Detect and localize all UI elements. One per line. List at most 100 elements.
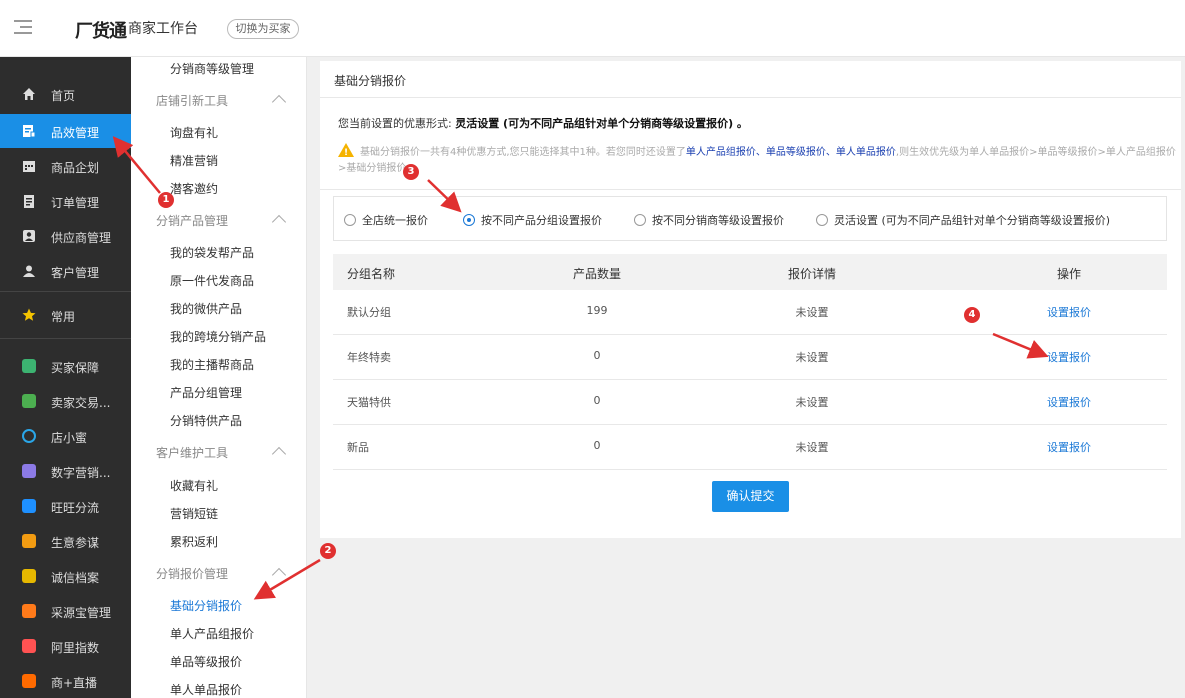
single-group-pricing-link[interactable]: 单人产品组报价、: [686, 147, 766, 158]
sidebar-item-product-effect[interactable]: 品效管理: [0, 114, 131, 148]
sidebar-item-buyer-protection[interactable]: 买家保障: [0, 349, 131, 383]
subnav-item[interactable]: 原一件代发商品: [170, 272, 254, 289]
radio-label: 按不同产品分组设置报价: [481, 214, 602, 227]
top-header: 厂货通 商家工作台 切换为买家: [0, 0, 1185, 57]
table-header: 分组名称 产品数量 报价详情 操作: [333, 254, 1167, 290]
chevron-up-icon[interactable]: [271, 214, 287, 230]
sidebar-item-planning[interactable]: 商品企划: [0, 149, 131, 183]
caiyuanbao-icon: [22, 604, 36, 618]
subnav-item-basic-pricing[interactable]: 基础分销报价: [170, 597, 242, 614]
seller-icon: [22, 394, 36, 408]
wangwang-icon: [22, 499, 36, 513]
sidebar-item-credit-file[interactable]: 诚信档案: [0, 559, 131, 593]
subnav-group-title[interactable]: 分销报价管理: [156, 565, 228, 582]
sidebar-item-label: 品效管理: [51, 126, 100, 140]
radio-group-pricing[interactable]: 按不同产品分组设置报价: [463, 212, 602, 228]
subnav-item[interactable]: 单品等级报价: [170, 653, 242, 670]
chevron-up-icon[interactable]: [271, 446, 287, 462]
radio-label: 全店统一报价: [362, 214, 428, 227]
annotation-marker: 1: [158, 192, 174, 208]
subnav-item[interactable]: 询盘有礼: [170, 124, 218, 141]
subnav-item[interactable]: 营销短链: [170, 505, 218, 522]
set-price-link[interactable]: 设置报价: [1039, 304, 1099, 320]
subnav-item[interactable]: 单人单品报价: [170, 681, 242, 698]
set-price-link[interactable]: 设置报价: [1039, 349, 1099, 365]
sidebar-item-dianxiaomi[interactable]: 店小蜜: [0, 419, 131, 453]
sidebar-item-seller-trade[interactable]: 卖家交易...: [0, 384, 131, 418]
subnav-item[interactable]: 精准营销: [170, 152, 218, 169]
set-price-link[interactable]: 设置报价: [1039, 439, 1099, 455]
radio-dot[interactable]: [344, 214, 356, 226]
subnav-group-title[interactable]: 分销产品管理: [156, 212, 228, 229]
radio-uniform-pricing[interactable]: 全店统一报价: [344, 212, 428, 228]
sidebar-item-label: 卖家交易...: [51, 396, 111, 410]
radio-label: 按不同分销商等级设置报价: [652, 214, 784, 227]
subnav-item[interactable]: 我的袋发帮产品: [170, 244, 254, 261]
subnav-item[interactable]: 潜客邀约: [170, 180, 218, 197]
subnav-item-distributor-level[interactable]: 分销商等级管理: [170, 60, 254, 77]
product-level-pricing-link[interactable]: 单品等级报价、: [766, 147, 836, 158]
pricing-detail: 未设置: [795, 351, 829, 364]
subnav-item[interactable]: 单人产品组报价: [170, 625, 254, 642]
annotation-marker: 4: [964, 307, 980, 323]
sidebar-item-label: 首页: [51, 89, 76, 103]
brand-logo[interactable]: 厂货通: [75, 17, 127, 43]
sidebar-item-orders[interactable]: 订单管理: [0, 184, 131, 218]
subnav-item[interactable]: 我的主播帮商品: [170, 356, 254, 373]
radio-dot[interactable]: [463, 214, 475, 226]
sidebar-item-wangwang[interactable]: 旺旺分流: [0, 489, 131, 523]
subnav-group-title[interactable]: 客户维护工具: [156, 444, 228, 461]
chevron-up-icon[interactable]: [271, 94, 287, 110]
sidebar-item-label: 常用: [51, 310, 76, 324]
column-header: 产品数量: [572, 267, 621, 281]
subnav-item[interactable]: 我的微供产品: [170, 300, 242, 317]
subnav-item[interactable]: 我的跨境分销产品: [170, 328, 266, 345]
sidebar-item-business-advisor[interactable]: 生意参谋: [0, 524, 131, 558]
product-count: 0: [593, 439, 601, 452]
column-header: 分组名称: [347, 267, 396, 281]
current-mode-label: 您当前设置的优惠形式:: [338, 117, 452, 130]
warning-icon: [338, 143, 354, 161]
sidebar-item-ali-index[interactable]: 阿里指数: [0, 629, 131, 663]
confirm-submit-button[interactable]: 确认提交: [712, 481, 789, 512]
sidebar-item-home[interactable]: 首页: [0, 77, 131, 111]
sidebar-item-customers[interactable]: 客户管理: [0, 254, 131, 288]
radio-dot[interactable]: [816, 214, 828, 226]
supplier-icon: [23, 230, 35, 242]
single-product-pricing-link[interactable]: 单人单品报价: [836, 147, 896, 158]
pricing-detail: 未设置: [795, 306, 829, 319]
chevron-up-icon[interactable]: [271, 567, 287, 583]
radio-level-pricing[interactable]: 按不同分销商等级设置报价: [634, 212, 784, 228]
compass-icon: [22, 534, 36, 548]
subnav-item[interactable]: 分销特供产品: [170, 412, 242, 429]
main-panel: 基础分销报价 您当前设置的优惠形式: 灵活设置 (可为不同产品组针对单个分销商等…: [320, 61, 1181, 538]
pricing-detail: 未设置: [795, 396, 829, 409]
divider: [320, 97, 1181, 98]
switch-to-buyer-button[interactable]: 切换为买家: [227, 19, 299, 39]
sidebar-item-label: 生意参谋: [51, 536, 100, 550]
sidebar-item-suppliers[interactable]: 供应商管理: [0, 219, 131, 253]
sidebar-item-caiyuanbao[interactable]: 采源宝管理: [0, 594, 131, 628]
main-sidebar: 首页 品效管理 商品企划 订单管理 供应商管理 客户管理 常用 买家保障 卖家交…: [0, 57, 131, 698]
radio-dot[interactable]: [634, 214, 646, 226]
menu-toggle-icon[interactable]: [14, 20, 32, 36]
current-mode-text: 您当前设置的优惠形式: 灵活设置 (可为不同产品组针对单个分销商等级设置报价) …: [338, 115, 748, 131]
sidebar-item-live[interactable]: 商+直播: [0, 664, 131, 698]
set-price-link[interactable]: 设置报价: [1039, 394, 1099, 410]
sidebar-item-label: 数字营销...: [51, 466, 111, 480]
sidebar-item-favorites[interactable]: 常用: [0, 298, 131, 332]
sidebar-item-label: 店小蜜: [51, 431, 88, 445]
sidebar-item-label: 商+直播: [51, 676, 98, 690]
star-icon: [22, 308, 36, 321]
subnav-item[interactable]: 累积返利: [170, 533, 218, 550]
digital-marketing-icon: [22, 464, 36, 478]
calendar-icon: [23, 161, 35, 172]
subnav-item[interactable]: 收藏有礼: [170, 477, 218, 494]
credit-icon: [22, 569, 36, 583]
chart-icon: [22, 639, 36, 653]
priority-notice: 基础分销报价一共有4种优惠方式,您只能选择其中1种。若您同时还设置了单人产品组报…: [338, 143, 1178, 177]
subnav-item[interactable]: 产品分组管理: [170, 384, 242, 401]
subnav-group-title[interactable]: 店铺引新工具: [156, 92, 228, 109]
radio-flexible-pricing[interactable]: 灵活设置 (可为不同产品组针对单个分销商等级设置报价): [816, 212, 1110, 228]
sidebar-item-digital-marketing[interactable]: 数字营销...: [0, 454, 131, 488]
